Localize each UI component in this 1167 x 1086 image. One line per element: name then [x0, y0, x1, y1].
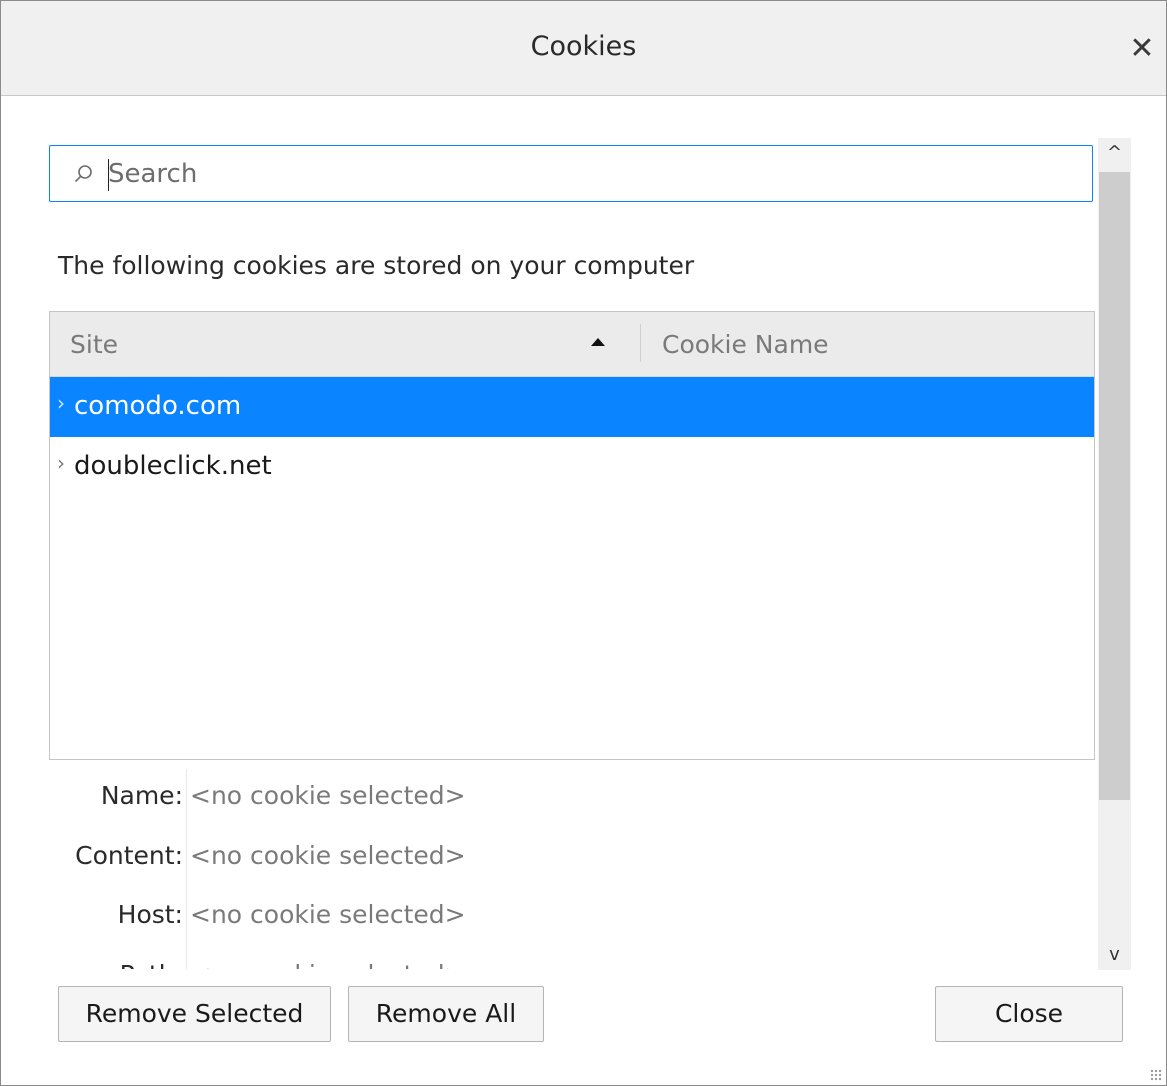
dialog-title: Cookies — [530, 31, 637, 62]
close-icon[interactable]: ✕ — [1124, 31, 1160, 67]
column-header-cookie-name[interactable]: Cookie Name — [662, 330, 829, 359]
cookies-dialog: Cookies ✕ The following cookies are stor… — [0, 0, 1167, 1086]
text-caret — [108, 159, 109, 191]
detail-row-name: Name: <no cookie selected> — [49, 769, 1095, 829]
chevron-down-icon[interactable]: v — [1098, 940, 1131, 970]
detail-row-path: Path: <no cookie selected> — [49, 948, 1095, 969]
remove-selected-button[interactable]: Remove Selected — [58, 986, 331, 1042]
detail-label: Content: — [75, 841, 183, 870]
title-bar: Cookies ✕ — [1, 1, 1166, 96]
tree-row-doubleclick[interactable]: › doubleclick.net — [50, 437, 1094, 497]
detail-value: <no cookie selected> — [190, 781, 466, 810]
resize-grip-icon[interactable] — [1150, 1069, 1162, 1081]
vertical-scrollbar[interactable]: ^ v — [1098, 138, 1131, 970]
search-input[interactable] — [108, 154, 1068, 194]
cookies-tree[interactable]: Site Cookie Name › comodo.com › doublecl… — [49, 311, 1095, 760]
detail-row-host: Host: <no cookie selected> — [49, 888, 1095, 948]
chevron-right-icon[interactable]: › — [57, 451, 65, 475]
remove-all-button[interactable]: Remove All — [348, 986, 544, 1042]
column-separator[interactable] — [640, 324, 641, 362]
close-button[interactable]: Close — [935, 986, 1123, 1042]
site-label: doubleclick.net — [74, 451, 272, 481]
detail-label: Host: — [117, 900, 183, 929]
detail-row-content: Content: <no cookie selected> — [49, 829, 1095, 889]
detail-value: <no cookie selected> — [190, 900, 466, 929]
site-label: comodo.com — [74, 391, 242, 421]
detail-value: <no cookie selected> — [190, 841, 466, 870]
detail-label: Name: — [100, 781, 183, 810]
chevron-up-icon[interactable]: ^ — [1098, 138, 1131, 168]
detail-label: Path: — [120, 960, 183, 969]
chevron-right-icon[interactable]: › — [57, 391, 65, 415]
detail-value: <no cookie selected> — [190, 960, 466, 969]
sort-ascending-icon — [591, 338, 605, 346]
search-box[interactable] — [49, 145, 1093, 202]
tree-header: Site Cookie Name — [50, 312, 1094, 377]
scrollbar-thumb[interactable] — [1099, 172, 1130, 800]
cookie-details: Name: <no cookie selected> Content: <no … — [49, 769, 1095, 969]
search-icon — [74, 165, 92, 183]
cookies-description: The following cookies are stored on your… — [58, 251, 695, 280]
tree-row-comodo[interactable]: › comodo.com — [50, 377, 1094, 437]
column-header-site[interactable]: Site — [70, 330, 118, 359]
